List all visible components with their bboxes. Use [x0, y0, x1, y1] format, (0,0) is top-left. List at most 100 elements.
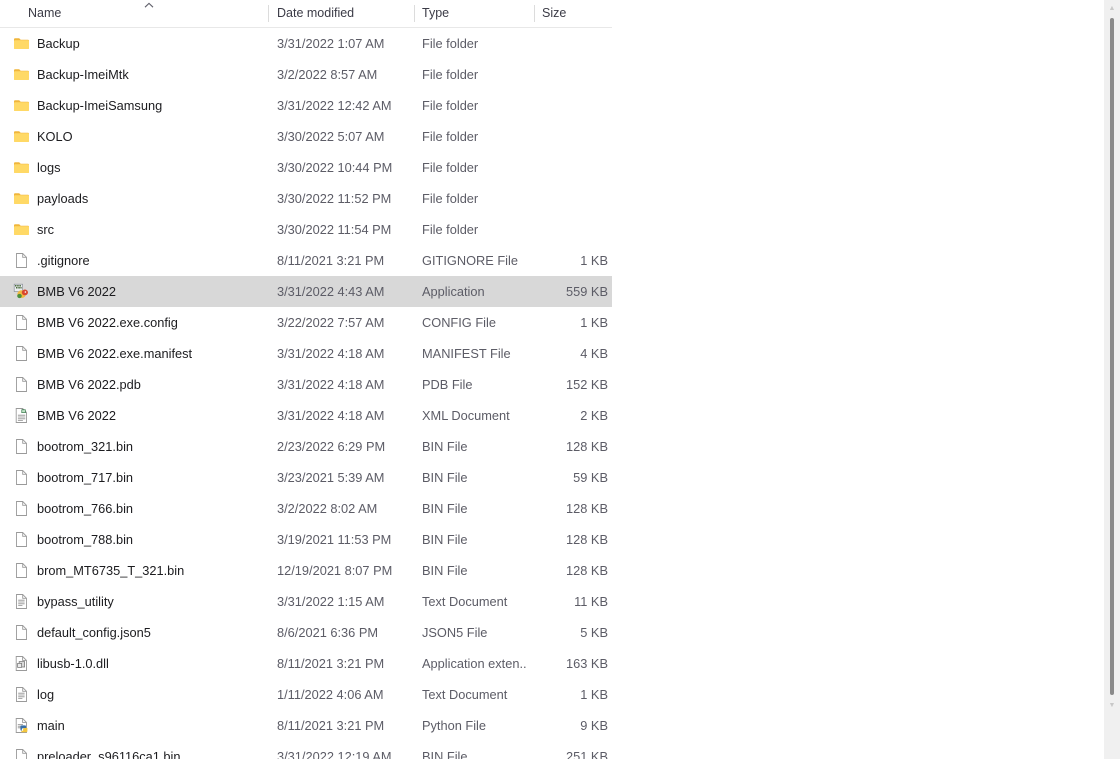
table-row[interactable]: BMB V6 2022.exe.manifest 3/31/2022 4:18 A…: [0, 338, 612, 369]
file-explorer-list-view: Name Date modified Type Size Backup 3/31/…: [0, 0, 1120, 759]
application-icon: [13, 283, 30, 300]
column-header-size[interactable]: Size: [542, 0, 607, 27]
table-row[interactable]: default_config.json5 8/6/2021 6:36 PM JSON…: [0, 617, 612, 648]
scroll-down-arrow-icon[interactable]: ▼: [1104, 697, 1120, 715]
date-modified-cell: 3/31/2022 4:18 AM: [277, 377, 385, 392]
date-modified-cell: 3/31/2022 12:19 AM: [277, 749, 392, 759]
table-row[interactable]: .gitignore 8/11/2021 3:21 PM GITIGNORE Fil…: [0, 245, 612, 276]
scroll-up-arrow-icon[interactable]: ▲: [1104, 0, 1120, 18]
file-size-cell: 251 KB: [566, 749, 608, 759]
table-row[interactable]: Backup 3/31/2022 1:07 AM File folder: [0, 28, 612, 59]
date-modified-cell: 3/30/2022 11:52 PM: [277, 191, 392, 206]
folder-icon: [13, 221, 30, 238]
date-modified-cell: 3/31/2022 4:18 AM: [277, 408, 385, 423]
table-row[interactable]: bootrom_788.bin 3/19/2021 11:53 PM BIN Fil…: [0, 524, 612, 555]
file-type-cell: Text Document: [422, 687, 508, 702]
file-type-cell: File folder: [422, 160, 479, 175]
file-size-cell: 163 KB: [566, 656, 608, 671]
file-name-cell: bootrom_788.bin: [37, 532, 134, 547]
table-row[interactable]: bootrom_717.bin 3/23/2021 5:39 AM BIN File…: [0, 462, 612, 493]
column-divider-2[interactable]: [414, 5, 415, 22]
table-row[interactable]: KOLO 3/30/2022 5:07 AM File folder: [0, 121, 612, 152]
file-type-cell: Application: [422, 284, 485, 299]
blank-file-icon: [13, 345, 30, 362]
table-row[interactable]: main 8/11/2021 3:21 PM Python File 9 KB: [0, 710, 612, 741]
file-name-cell: bootrom_321.bin: [37, 439, 134, 454]
file-type-cell: BIN File: [422, 439, 468, 454]
table-row[interactable]: BMB V6 2022 3/31/2022 4:18 AM XML Document…: [0, 400, 612, 431]
file-size-cell: 9 KB: [580, 718, 608, 733]
file-type-cell: BIN File: [422, 749, 468, 759]
folder-icon: [13, 190, 30, 207]
file-type-cell: Python File: [422, 718, 487, 733]
vertical-scrollbar[interactable]: ▲ ▼: [1104, 0, 1120, 759]
file-size-cell: 128 KB: [566, 501, 608, 516]
folder-icon: [13, 35, 30, 52]
table-row[interactable]: src 3/30/2022 11:54 PM File folder: [0, 214, 612, 245]
scrollbar-thumb[interactable]: [1110, 18, 1114, 695]
blank-file-icon: [13, 469, 30, 486]
file-size-cell: [527, 214, 608, 245]
file-type-cell: File folder: [422, 67, 479, 82]
table-row[interactable]: libusb-1.0.dll 8/11/2021 3:21 PM Applicati…: [0, 648, 612, 679]
file-name-cell: libusb-1.0.dll: [37, 656, 109, 671]
table-row[interactable]: log 1/11/2022 4:06 AM Text Document 1 KB: [0, 679, 612, 710]
table-row[interactable]: preloader_s96116ca1.bin 3/31/2022 12:19 A…: [0, 741, 612, 759]
table-row[interactable]: BMB V6 2022.exe.config 3/22/2022 7:57 AM C…: [0, 307, 612, 338]
date-modified-cell: 8/6/2021 6:36 PM: [277, 625, 379, 640]
file-type-cell: Text Document: [422, 594, 508, 609]
file-size-cell: [527, 152, 608, 183]
table-row[interactable]: BMB V6 2022.pdb 3/31/2022 4:18 AM PDB File…: [0, 369, 612, 400]
table-row[interactable]: logs 3/30/2022 10:44 PM File folder: [0, 152, 612, 183]
table-row[interactable]: bootrom_321.bin 2/23/2022 6:29 PM BIN File…: [0, 431, 612, 462]
file-type-cell: BIN File: [422, 501, 468, 516]
column-header-date-modified[interactable]: Date modified: [277, 0, 407, 27]
blank-file-icon: [13, 531, 30, 548]
date-modified-cell: 3/30/2022 5:07 AM: [277, 129, 385, 144]
table-row[interactable]: Backup-ImeiSamsung 3/31/2022 12:42 AM File…: [0, 90, 612, 121]
file-size-cell: 1 KB: [580, 253, 608, 268]
file-type-cell: File folder: [422, 98, 479, 113]
column-divider-1[interactable]: [268, 5, 269, 22]
file-size-cell: 11 KB: [574, 594, 608, 609]
file-name-cell: Backup-ImeiMtk: [37, 67, 129, 82]
file-size-cell: [527, 28, 608, 59]
file-type-cell: PDB File: [422, 377, 473, 392]
table-row[interactable]: brom_MT6735_T_321.bin 12/19/2021 8:07 PM B…: [0, 555, 612, 586]
column-header-type[interactable]: Type: [422, 0, 527, 27]
file-name-cell: Backup-ImeiSamsung: [37, 98, 163, 113]
file-name-cell: BMB V6 2022: [37, 408, 116, 423]
blank-file-icon: [13, 438, 30, 455]
file-name-cell: BMB V6 2022.pdb: [37, 377, 141, 392]
date-modified-cell: 3/19/2021 11:53 PM: [277, 532, 392, 547]
folder-icon: [13, 128, 30, 145]
file-type-cell: MANIFEST File: [422, 346, 511, 361]
file-size-cell: 128 KB: [566, 532, 608, 547]
column-divider-3[interactable]: [534, 5, 535, 22]
file-name-cell: BMB V6 2022.exe.config: [37, 315, 178, 330]
column-header-name[interactable]: Name: [28, 0, 256, 27]
file-type-cell: BIN File: [422, 532, 468, 547]
date-modified-cell: 3/23/2021 5:39 AM: [277, 470, 385, 485]
table-row[interactable]: bypass_utility 3/31/2022 1:15 AM Text Docu…: [0, 586, 612, 617]
table-row[interactable]: payloads 3/30/2022 11:52 PM File folder: [0, 183, 612, 214]
date-modified-cell: 3/30/2022 10:44 PM: [277, 160, 393, 175]
xml-document-icon: [13, 407, 30, 424]
date-modified-cell: 8/11/2021 3:21 PM: [277, 718, 385, 733]
file-size-cell: 5 KB: [580, 625, 608, 640]
blank-file-icon: [13, 748, 30, 759]
file-size-cell: [527, 59, 608, 90]
date-modified-cell: 1/11/2022 4:06 AM: [277, 687, 384, 702]
table-row[interactable]: Backup-ImeiMtk 3/2/2022 8:57 AM File folde…: [0, 59, 612, 90]
blank-file-icon: [13, 562, 30, 579]
file-name-cell: KOLO: [37, 129, 73, 144]
file-size-cell: 152 KB: [566, 377, 608, 392]
blank-file-icon: [13, 624, 30, 641]
blank-file-icon: [13, 500, 30, 517]
date-modified-cell: 3/31/2022 1:15 AM: [277, 594, 385, 609]
table-row[interactable]: BMB V6 2022 3/31/2022 4:43 AM Application 5…: [0, 276, 612, 307]
date-modified-cell: 3/31/2022 4:43 AM: [277, 284, 385, 299]
table-row[interactable]: bootrom_766.bin 3/2/2022 8:02 AM BIN File 1…: [0, 493, 612, 524]
file-type-cell: File folder: [422, 129, 479, 144]
file-name-cell: BMB V6 2022: [37, 284, 116, 299]
